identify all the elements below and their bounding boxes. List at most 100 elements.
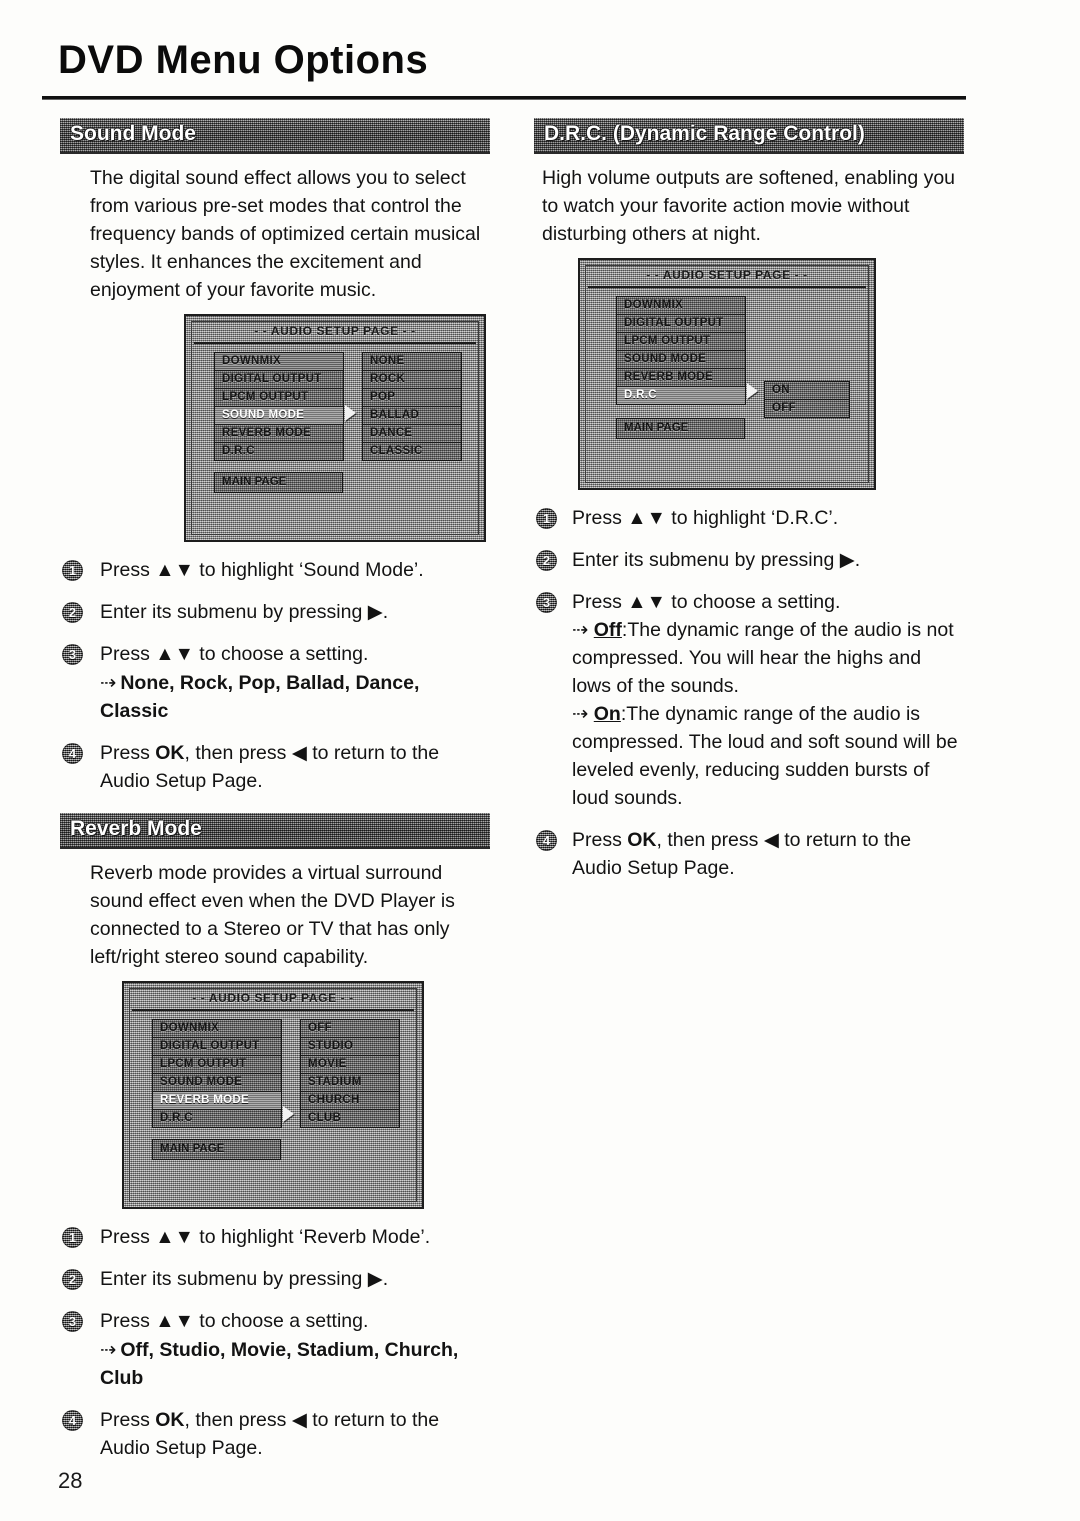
step-number-badge: 2 [536,550,557,571]
submenu-item[interactable]: MOVIE [301,1056,399,1074]
tv-screen-title: - - AUDIO SETUP PAGE - - [192,991,354,1005]
main-page-button[interactable]: MAIN PAGE [214,472,343,493]
menu-item[interactable]: REVERB MODE [617,369,745,387]
step-number-badge: 4 [62,743,83,764]
option-values: None, Rock, Pop, Ballad, Dance, Classic [100,672,420,722]
step-options: ⇢ None, Rock, Pop, Ballad, Dance, Classic [100,669,490,725]
reverb-mode-menu-screenshot: - - AUDIO SETUP PAGE - - DOWNMIX DIGITAL… [122,981,424,1209]
step-item: 4 Press OK, then press ◀ to return to th… [60,739,490,795]
section-header-sound-mode: Sound Mode [60,118,490,154]
option-values: Off, Studio, Movie, Stadium, Church, Clu… [100,1339,459,1389]
menu-item[interactable]: D.R.C [215,443,343,460]
document-page: DVD Menu Options Sound Mode The digital … [0,0,1080,1521]
submenu-item[interactable]: BALLAD [363,407,461,425]
section-header-reverb-mode: Reverb Mode [60,813,490,849]
main-page-button[interactable]: MAIN PAGE [616,418,745,439]
step-text: Press ▲▼ to choose a setting. [100,643,369,665]
left-column: Sound Mode The digital sound effect allo… [60,118,490,1476]
sound-mode-menu-screenshot: - - AUDIO SETUP PAGE - - DOWNMIX DIGITAL… [184,314,486,542]
drc-setting-off: ⇢ Off:The dynamic range of the audio is … [572,616,964,700]
submenu-item[interactable]: NONE [363,353,461,371]
submenu-item[interactable]: POP [363,389,461,407]
menu-item[interactable]: LPCM OUTPUT [153,1056,281,1074]
tv-title-divider [194,342,476,344]
tv-screen-frame: - - AUDIO SETUP PAGE - - DOWNMIX DIGITAL… [191,321,479,535]
setting-off-text: :The dynamic range of the audio is not c… [572,619,954,697]
menu-item[interactable]: DIGITAL OUTPUT [617,315,745,333]
step-item: 1 Press ▲▼ to highlight ‘D.R.C’. [534,504,964,532]
section-header-drc: D.R.C. (Dynamic Range Control) [534,118,964,154]
step-text: Press ▲▼ to highlight ‘Reverb Mode’. [100,1226,431,1248]
drc-steps: 1 Press ▲▼ to highlight ‘D.R.C’. 2 Enter… [534,504,964,882]
tv-screen-title: - - AUDIO SETUP PAGE - - [254,324,416,338]
submenu-pointer-icon [345,405,356,421]
menu-item[interactable]: SOUND MODE [153,1074,281,1092]
submenu-item[interactable]: CLUB [301,1110,399,1127]
step-number-badge: 1 [62,560,83,581]
menu-item[interactable]: DOWNMIX [153,1020,281,1038]
step-text: Press ▲▼ to choose a setting. [100,1310,369,1332]
menu-item-selected[interactable]: D.R.C [617,387,745,404]
step-number-badge: 4 [62,1410,83,1431]
step-number-badge: 2 [62,1269,83,1290]
menu-item[interactable]: D.R.C [153,1110,281,1127]
menu-item[interactable]: SOUND MODE [617,351,745,369]
page-number: 28 [58,1468,83,1493]
menu-left-column: DOWNMIX DIGITAL OUTPUT LPCM OUTPUT SOUND… [616,296,746,405]
setting-off-label: Off [593,619,622,641]
step-item: 2 Enter its submenu by pressing ▶. [60,598,490,626]
option-arrow-icon: ⇢ [100,672,117,694]
menu-item[interactable]: REVERB MODE [215,425,343,443]
step-number-badge: 4 [536,830,557,851]
menu-item-selected[interactable]: REVERB MODE [153,1092,281,1110]
tv-title-divider [132,1009,414,1011]
step-item: 3 Press ▲▼ to choose a setting. ⇢ None, R… [60,640,490,725]
step-text: Press ▲▼ to highlight ‘D.R.C’. [572,507,839,529]
step-text: Enter its submenu by pressing ▶. [100,601,389,623]
menu-item[interactable]: DIGITAL OUTPUT [215,371,343,389]
submenu-item[interactable]: OFF [765,400,849,417]
menu-submenu-column: NONE ROCK POP BALLAD DANCE CLASSIC [362,352,462,461]
submenu-item[interactable]: OFF [301,1020,399,1038]
title-divider [42,96,966,100]
step-item: 2 Enter its submenu by pressing ▶. [534,546,964,574]
section-header-label: D.R.C. (Dynamic Range Control) [544,122,865,145]
submenu-pointer-icon [283,1106,294,1122]
step-number-badge: 1 [62,1227,83,1248]
step-text: Press OK, then press ◀ to return to the … [100,742,440,792]
page-title: DVD Menu Options [58,38,429,82]
drc-menu-screenshot: - - AUDIO SETUP PAGE - - DOWNMIX DIGITAL… [578,258,876,490]
submenu-item[interactable]: ON [765,382,849,400]
section-header-label: Reverb Mode [70,817,202,840]
drc-setting-on: ⇢ On:The dynamic range of the audio is c… [572,700,964,812]
menu-submenu-column: ON OFF [764,381,850,418]
submenu-item[interactable]: CLASSIC [363,443,461,460]
menu-item[interactable]: DOWNMIX [215,353,343,371]
menu-item[interactable]: DIGITAL OUTPUT [153,1038,281,1056]
tv-title-divider [588,286,866,288]
submenu-item[interactable]: STADIUM [301,1074,399,1092]
step-item: 2 Enter its submenu by pressing ▶. [60,1265,490,1293]
menu-item[interactable]: LPCM OUTPUT [617,333,745,351]
sound-mode-steps: 1 Press ▲▼ to highlight ‘Sound Mode’. 2 … [60,556,490,795]
submenu-item[interactable]: STUDIO [301,1038,399,1056]
step-item: 3 Press ▲▼ to choose a setting. ⇢ Off, St… [60,1307,490,1392]
step-text: Press OK, then press ◀ to return to the … [100,1409,440,1459]
step-options: ⇢ Off, Studio, Movie, Stadium, Church, Cl… [100,1336,490,1392]
step-number-badge: 3 [62,1311,83,1332]
step-text: Enter its submenu by pressing ▶. [572,549,861,571]
submenu-item[interactable]: ROCK [363,371,461,389]
menu-item[interactable]: LPCM OUTPUT [215,389,343,407]
step-text: Press ▲▼ to choose a setting. [572,591,841,613]
sound-mode-intro: The digital sound effect allows you to s… [90,167,481,301]
menu-item-selected[interactable]: SOUND MODE [215,407,343,425]
submenu-item[interactable]: CHURCH [301,1092,399,1110]
submenu-item[interactable]: DANCE [363,425,461,443]
tv-screen-title: - - AUDIO SETUP PAGE - - [646,268,808,282]
main-page-button[interactable]: MAIN PAGE [152,1139,281,1160]
menu-item[interactable]: DOWNMIX [617,297,745,315]
right-column: D.R.C. (Dynamic Range Control) High volu… [534,118,964,896]
step-item: 4 Press OK, then press ◀ to return to th… [60,1406,490,1462]
option-arrow-icon: ⇢ [572,619,594,641]
menu-left-column: DOWNMIX DIGITAL OUTPUT LPCM OUTPUT SOUND… [152,1019,282,1128]
